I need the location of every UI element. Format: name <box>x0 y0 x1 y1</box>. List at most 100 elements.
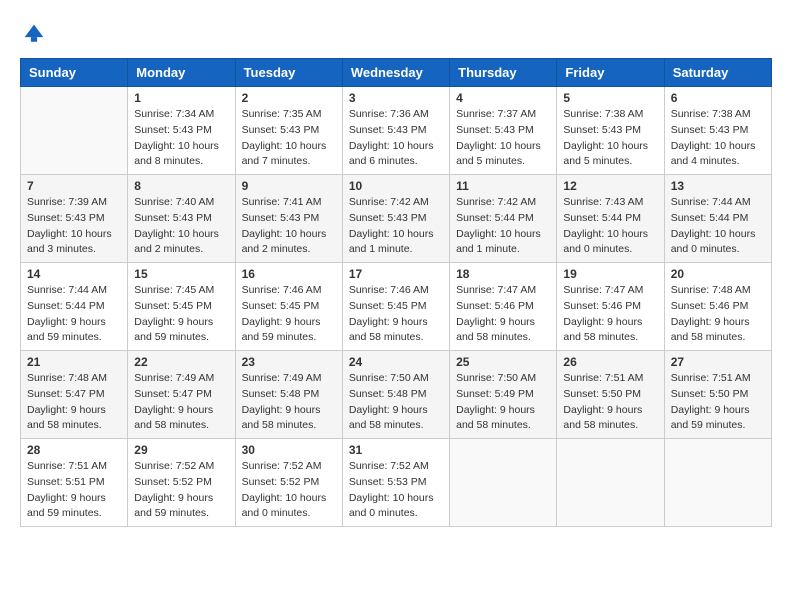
day-number: 17 <box>349 267 443 281</box>
day-info: Sunrise: 7:44 AM Sunset: 5:44 PM Dayligh… <box>671 195 765 258</box>
calendar-cell <box>664 439 771 527</box>
calendar-cell: 2 Sunrise: 7:35 AM Sunset: 5:43 PM Daylig… <box>235 87 342 175</box>
calendar-week-4: 21Sunrise: 7:48 AM Sunset: 5:47 PM Dayli… <box>21 351 772 439</box>
column-header-wednesday: Wednesday <box>342 59 449 87</box>
day-number: 5 <box>563 91 657 105</box>
day-number: 28 <box>27 443 121 457</box>
day-info: Sunrise: 7:50 AM Sunset: 5:49 PM Dayligh… <box>456 371 550 434</box>
day-info: Sunrise: 7:47 AM Sunset: 5:46 PM Dayligh… <box>456 283 550 346</box>
day-info: Sunrise: 7:38 AM Sunset: 5:43 PM Dayligh… <box>671 107 765 170</box>
day-number: 10 <box>349 179 443 193</box>
day-number: 4 <box>456 91 550 105</box>
day-info: Sunrise: 7:36 AM Sunset: 5:43 PM Dayligh… <box>349 107 443 170</box>
calendar-cell: 17 Sunrise: 7:46 AM Sunset: 5:45 PM Dayli… <box>342 263 449 351</box>
calendar-cell: 1 Sunrise: 7:34 AM Sunset: 5:43 PM Daylig… <box>128 87 235 175</box>
day-number: 11 <box>456 179 550 193</box>
calendar-cell: 12Sunrise: 7:43 AM Sunset: 5:44 PM Dayli… <box>557 175 664 263</box>
day-info: Sunrise: 7:51 AM Sunset: 5:50 PM Dayligh… <box>671 371 765 434</box>
day-info: Sunrise: 7:42 AM Sunset: 5:44 PM Dayligh… <box>456 195 550 258</box>
calendar-cell: 6 Sunrise: 7:38 AM Sunset: 5:43 PM Daylig… <box>664 87 771 175</box>
day-info: Sunrise: 7:48 AM Sunset: 5:46 PM Dayligh… <box>671 283 765 346</box>
day-info: Sunrise: 7:44 AM Sunset: 5:44 PM Dayligh… <box>27 283 121 346</box>
calendar-week-1: 1 Sunrise: 7:34 AM Sunset: 5:43 PM Daylig… <box>21 87 772 175</box>
calendar-cell: 28 Sunrise: 7:51 AM Sunset: 5:51 PM Dayli… <box>21 439 128 527</box>
logo <box>20 20 52 48</box>
day-info: Sunrise: 7:34 AM Sunset: 5:43 PM Dayligh… <box>134 107 228 170</box>
calendar-cell: 4Sunrise: 7:37 AM Sunset: 5:43 PM Daylig… <box>450 87 557 175</box>
day-number: 29 <box>134 443 228 457</box>
day-info: Sunrise: 7:52 AM Sunset: 5:52 PM Dayligh… <box>242 459 336 522</box>
calendar-cell: 30 Sunrise: 7:52 AM Sunset: 5:52 PM Dayli… <box>235 439 342 527</box>
day-info: Sunrise: 7:40 AM Sunset: 5:43 PM Dayligh… <box>134 195 228 258</box>
day-number: 27 <box>671 355 765 369</box>
calendar-cell: 7Sunrise: 7:39 AM Sunset: 5:43 PM Daylig… <box>21 175 128 263</box>
calendar-cell: 25Sunrise: 7:50 AM Sunset: 5:49 PM Dayli… <box>450 351 557 439</box>
calendar-cell: 31 Sunrise: 7:52 AM Sunset: 5:53 PM Dayli… <box>342 439 449 527</box>
day-info: Sunrise: 7:52 AM Sunset: 5:53 PM Dayligh… <box>349 459 443 522</box>
calendar-cell: 21Sunrise: 7:48 AM Sunset: 5:47 PM Dayli… <box>21 351 128 439</box>
calendar-cell: 26 Sunrise: 7:51 AM Sunset: 5:50 PM Dayli… <box>557 351 664 439</box>
column-header-saturday: Saturday <box>664 59 771 87</box>
day-number: 12 <box>563 179 657 193</box>
day-info: Sunrise: 7:52 AM Sunset: 5:52 PM Dayligh… <box>134 459 228 522</box>
day-info: Sunrise: 7:51 AM Sunset: 5:51 PM Dayligh… <box>27 459 121 522</box>
calendar-cell: 24Sunrise: 7:50 AM Sunset: 5:48 PM Dayli… <box>342 351 449 439</box>
calendar-cell: 3Sunrise: 7:36 AM Sunset: 5:43 PM Daylig… <box>342 87 449 175</box>
day-number: 31 <box>349 443 443 457</box>
day-number: 30 <box>242 443 336 457</box>
day-number: 8 <box>134 179 228 193</box>
day-info: Sunrise: 7:46 AM Sunset: 5:45 PM Dayligh… <box>242 283 336 346</box>
day-number: 15 <box>134 267 228 281</box>
calendar-cell: 20 Sunrise: 7:48 AM Sunset: 5:46 PM Dayli… <box>664 263 771 351</box>
day-info: Sunrise: 7:46 AM Sunset: 5:45 PM Dayligh… <box>349 283 443 346</box>
day-info: Sunrise: 7:42 AM Sunset: 5:43 PM Dayligh… <box>349 195 443 258</box>
calendar-week-2: 7Sunrise: 7:39 AM Sunset: 5:43 PM Daylig… <box>21 175 772 263</box>
column-header-tuesday: Tuesday <box>235 59 342 87</box>
calendar-cell <box>450 439 557 527</box>
column-header-monday: Monday <box>128 59 235 87</box>
calendar-cell: 23 Sunrise: 7:49 AM Sunset: 5:48 PM Dayli… <box>235 351 342 439</box>
calendar-cell: 14 Sunrise: 7:44 AM Sunset: 5:44 PM Dayli… <box>21 263 128 351</box>
day-number: 23 <box>242 355 336 369</box>
day-info: Sunrise: 7:48 AM Sunset: 5:47 PM Dayligh… <box>27 371 121 434</box>
day-info: Sunrise: 7:41 AM Sunset: 5:43 PM Dayligh… <box>242 195 336 258</box>
calendar-cell: 5Sunrise: 7:38 AM Sunset: 5:43 PM Daylig… <box>557 87 664 175</box>
day-number: 9 <box>242 179 336 193</box>
calendar-cell: 9 Sunrise: 7:41 AM Sunset: 5:43 PM Daylig… <box>235 175 342 263</box>
day-info: Sunrise: 7:49 AM Sunset: 5:48 PM Dayligh… <box>242 371 336 434</box>
day-number: 19 <box>563 267 657 281</box>
calendar-cell: 22Sunrise: 7:49 AM Sunset: 5:47 PM Dayli… <box>128 351 235 439</box>
day-number: 7 <box>27 179 121 193</box>
day-info: Sunrise: 7:47 AM Sunset: 5:46 PM Dayligh… <box>563 283 657 346</box>
calendar-cell: 27 Sunrise: 7:51 AM Sunset: 5:50 PM Dayli… <box>664 351 771 439</box>
calendar-cell: 19 Sunrise: 7:47 AM Sunset: 5:46 PM Dayli… <box>557 263 664 351</box>
day-info: Sunrise: 7:51 AM Sunset: 5:50 PM Dayligh… <box>563 371 657 434</box>
calendar-cell: 15 Sunrise: 7:45 AM Sunset: 5:45 PM Dayli… <box>128 263 235 351</box>
calendar-cell: 13 Sunrise: 7:44 AM Sunset: 5:44 PM Dayli… <box>664 175 771 263</box>
calendar-header-row: SundayMondayTuesdayWednesdayThursdayFrid… <box>21 59 772 87</box>
calendar-cell <box>21 87 128 175</box>
calendar-week-3: 14 Sunrise: 7:44 AM Sunset: 5:44 PM Dayli… <box>21 263 772 351</box>
calendar-cell <box>557 439 664 527</box>
day-info: Sunrise: 7:35 AM Sunset: 5:43 PM Dayligh… <box>242 107 336 170</box>
calendar-cell: 8 Sunrise: 7:40 AM Sunset: 5:43 PM Daylig… <box>128 175 235 263</box>
calendar-cell: 16 Sunrise: 7:46 AM Sunset: 5:45 PM Dayli… <box>235 263 342 351</box>
day-number: 16 <box>242 267 336 281</box>
day-number: 13 <box>671 179 765 193</box>
day-number: 1 <box>134 91 228 105</box>
column-header-friday: Friday <box>557 59 664 87</box>
calendar-cell: 11 Sunrise: 7:42 AM Sunset: 5:44 PM Dayli… <box>450 175 557 263</box>
day-number: 2 <box>242 91 336 105</box>
day-number: 20 <box>671 267 765 281</box>
day-number: 26 <box>563 355 657 369</box>
day-number: 6 <box>671 91 765 105</box>
day-number: 18 <box>456 267 550 281</box>
calendar-cell: 10 Sunrise: 7:42 AM Sunset: 5:43 PM Dayli… <box>342 175 449 263</box>
day-info: Sunrise: 7:50 AM Sunset: 5:48 PM Dayligh… <box>349 371 443 434</box>
calendar-week-5: 28 Sunrise: 7:51 AM Sunset: 5:51 PM Dayli… <box>21 439 772 527</box>
logo-icon <box>20 20 48 48</box>
day-info: Sunrise: 7:45 AM Sunset: 5:45 PM Dayligh… <box>134 283 228 346</box>
calendar-cell: 18 Sunrise: 7:47 AM Sunset: 5:46 PM Dayli… <box>450 263 557 351</box>
calendar-table: SundayMondayTuesdayWednesdayThursdayFrid… <box>20 58 772 527</box>
day-number: 14 <box>27 267 121 281</box>
